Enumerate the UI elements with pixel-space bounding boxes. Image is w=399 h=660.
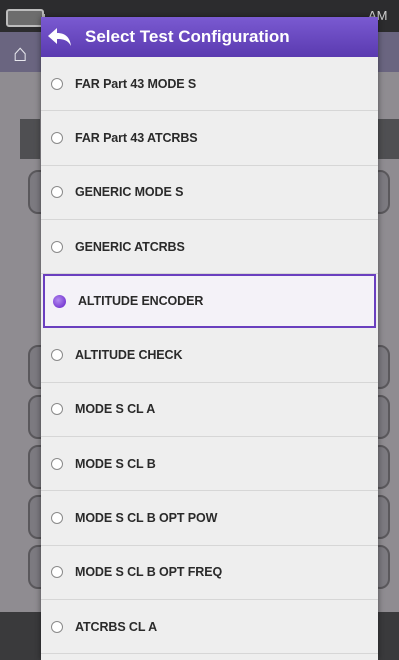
home-icon: ⌂	[12, 40, 28, 67]
option-altitude-encoder[interactable]: ALTITUDE ENCODER	[43, 274, 376, 329]
option-label: FAR Part 43 ATCRBS	[75, 130, 198, 145]
radio-button-selected[interactable]	[53, 294, 66, 308]
dialog-header: Select Test Configuration	[41, 17, 378, 57]
option-generic-atcrbs[interactable]: GENERIC ATCRBS	[41, 219, 378, 275]
option-generic-mode-s[interactable]: GENERIC MODE S	[41, 165, 378, 220]
option-label: GENERIC MODE S	[75, 185, 184, 200]
radio-button[interactable]	[51, 512, 63, 525]
radio-button[interactable]	[51, 349, 63, 362]
option-mode-s-cl-b[interactable]: MODE S CL B	[41, 437, 378, 492]
option-far-part-43-atcrbs[interactable]: FAR Part 43 ATCRBS	[41, 111, 378, 166]
radio-button[interactable]	[51, 620, 63, 633]
radio-button[interactable]	[51, 566, 63, 579]
option-label: GENERIC ATCRBS	[75, 239, 185, 254]
option-altitude-check[interactable]: ALTITUDE CHECK	[41, 328, 378, 383]
radio-button[interactable]	[51, 240, 63, 253]
option-label: ALTITUDE ENCODER	[78, 294, 204, 309]
radio-button[interactable]	[51, 403, 63, 416]
option-mode-s-cl-b-opt-pow[interactable]: MODE S CL B OPT POW	[41, 491, 378, 546]
background-tab-right	[378, 119, 399, 159]
configuration-option-list: FAR Part 43 MODE S FAR Part 43 ATCRBS GE…	[41, 57, 378, 655]
radio-button[interactable]	[51, 186, 63, 199]
back-arrow-icon[interactable]	[43, 17, 77, 57]
option-label: MODE S CL B OPT FREQ	[75, 565, 223, 580]
dialog-title: Select Test Configuration	[85, 27, 290, 46]
radio-button[interactable]	[51, 131, 63, 144]
option-label: ALTITUDE CHECK	[75, 348, 183, 363]
option-label: ATCRBS CL A	[75, 619, 157, 634]
select-test-configuration-dialog: Select Test Configuration FAR Part 43 MO…	[41, 17, 378, 660]
background-tab-left	[20, 119, 40, 159]
option-label: MODE S CL B OPT POW	[75, 511, 218, 526]
option-mode-s-cl-a[interactable]: MODE S CL A	[41, 382, 378, 438]
radio-button[interactable]	[51, 77, 63, 90]
option-label: FAR Part 43 MODE S	[75, 76, 197, 91]
battery-icon	[6, 9, 45, 27]
option-label: MODE S CL B	[75, 456, 156, 471]
radio-button[interactable]	[51, 457, 63, 470]
option-label: MODE S CL A	[75, 402, 156, 417]
option-atcrbs-cl-a[interactable]: ATCRBS CL A	[41, 599, 378, 655]
option-mode-s-cl-b-opt-freq[interactable]: MODE S CL B OPT FREQ	[41, 545, 378, 600]
option-far-part-43-mode-s[interactable]: FAR Part 43 MODE S	[41, 57, 378, 112]
